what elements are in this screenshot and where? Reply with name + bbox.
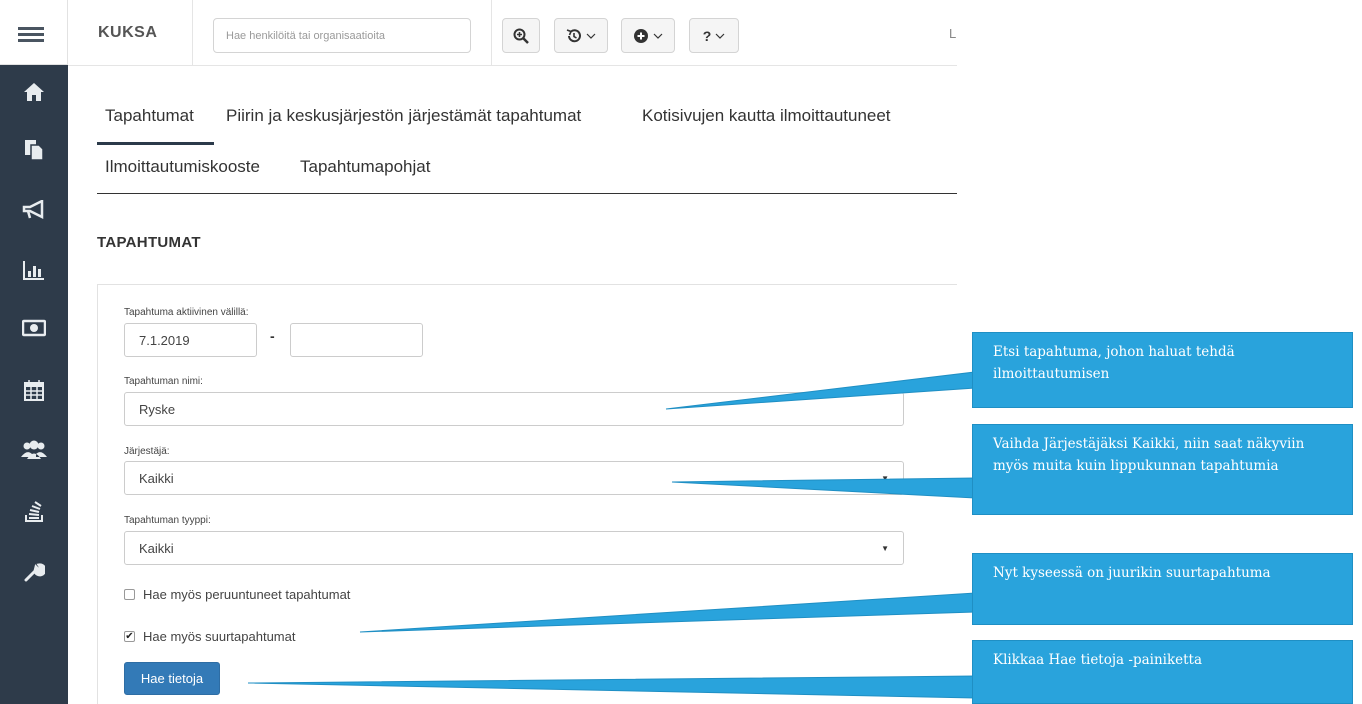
date-end-field[interactable] bbox=[290, 323, 423, 357]
event-type-value: Kaikki bbox=[139, 540, 174, 556]
event-type-select[interactable]: Kaikki ▼ bbox=[124, 531, 904, 565]
event-name-label: Tapahtuman nimi: bbox=[124, 376, 203, 387]
tab-piirin-tapahtumat[interactable]: Piirin ja keskusjärjestön järjestämät ta… bbox=[226, 106, 581, 126]
tab-kotisivujen-kautta[interactable]: Kotisivujen kautta ilmoittautuneet bbox=[642, 106, 891, 126]
organizer-select[interactable]: Kaikki ▼ bbox=[124, 461, 904, 495]
chevron-down-icon bbox=[715, 33, 725, 39]
wrench-icon[interactable] bbox=[14, 552, 54, 592]
cancelled-events-option[interactable]: Hae myös peruuntuneet tapahtumat bbox=[124, 587, 350, 602]
tab-tapahtumat[interactable]: Tapahtumat bbox=[105, 106, 194, 126]
large-events-option[interactable]: ✔ Hae myös suurtapahtumat bbox=[124, 629, 295, 644]
sidebar bbox=[0, 0, 68, 704]
calendar-icon[interactable] bbox=[14, 370, 54, 410]
add-button[interactable] bbox=[621, 18, 675, 53]
event-type-label: Tapahtuman tyyppi: bbox=[124, 515, 211, 526]
date-start-field[interactable]: 7.1.2019 bbox=[124, 323, 257, 357]
tab-ilmoittautumiskooste[interactable]: Ilmoittautumiskooste bbox=[105, 157, 260, 177]
organizer-value: Kaikki bbox=[139, 470, 174, 486]
search-input[interactable] bbox=[213, 18, 471, 53]
zoom-in-icon bbox=[513, 28, 529, 44]
large-events-label: Hae myös suurtapahtumat bbox=[143, 629, 296, 644]
plus-circle-icon bbox=[634, 28, 648, 43]
tab-tapahtumapohjat[interactable]: Tapahtumapohjat bbox=[300, 157, 430, 177]
callout-organizer: Vaihda Järjestäjäksi Kaikki, niin saat n… bbox=[972, 424, 1353, 515]
history-button[interactable] bbox=[554, 18, 608, 53]
cancelled-events-label: Hae myös peruuntuneet tapahtumat bbox=[143, 587, 351, 602]
top-bar: KUKSA ? L bbox=[68, 0, 957, 66]
bar-chart-icon[interactable] bbox=[14, 250, 54, 290]
help-label: ? bbox=[702, 27, 712, 44]
hamburger-menu-button[interactable] bbox=[0, 0, 68, 65]
callout-click-search: Klikkaa Hae tietoja -painiketta bbox=[972, 640, 1353, 704]
caret-down-icon: ▼ bbox=[881, 543, 889, 553]
documents-icon[interactable] bbox=[14, 130, 54, 170]
money-icon[interactable] bbox=[14, 308, 54, 348]
top-divider bbox=[491, 0, 492, 65]
date-range-label: Tapahtuma aktiivinen välillä: bbox=[124, 307, 249, 318]
user-menu-cut[interactable]: L bbox=[949, 26, 956, 41]
zoom-button[interactable] bbox=[502, 18, 540, 53]
chevron-down-icon bbox=[653, 33, 663, 39]
chevron-down-icon bbox=[586, 33, 596, 39]
stack-icon[interactable] bbox=[14, 492, 54, 532]
search-submit-button[interactable]: Hae tietoja bbox=[124, 662, 220, 695]
app-brand[interactable]: KUKSA bbox=[68, 0, 193, 65]
large-events-checkbox[interactable]: ✔ bbox=[124, 631, 135, 642]
home-icon[interactable] bbox=[14, 72, 54, 112]
callout-large-event: Nyt kyseessä on juurikin suurtapahtuma bbox=[972, 553, 1353, 625]
cancelled-events-checkbox[interactable] bbox=[124, 589, 135, 600]
help-button[interactable]: ? bbox=[689, 18, 739, 53]
date-separator: - bbox=[270, 328, 275, 344]
organizer-label: Järjestäjä: bbox=[124, 446, 170, 457]
page-title: TAPAHTUMAT bbox=[97, 234, 201, 251]
megaphone-icon[interactable] bbox=[14, 190, 54, 230]
event-name-field[interactable]: Ryske bbox=[124, 392, 904, 426]
caret-down-icon: ▼ bbox=[881, 473, 889, 483]
users-icon[interactable] bbox=[14, 430, 54, 470]
callout-find-event: Etsi tapahtuma, johon haluat tehdä ilmoi… bbox=[972, 332, 1353, 408]
active-tab-indicator bbox=[97, 142, 214, 145]
history-icon bbox=[566, 28, 581, 42]
tabs-divider bbox=[97, 193, 957, 194]
